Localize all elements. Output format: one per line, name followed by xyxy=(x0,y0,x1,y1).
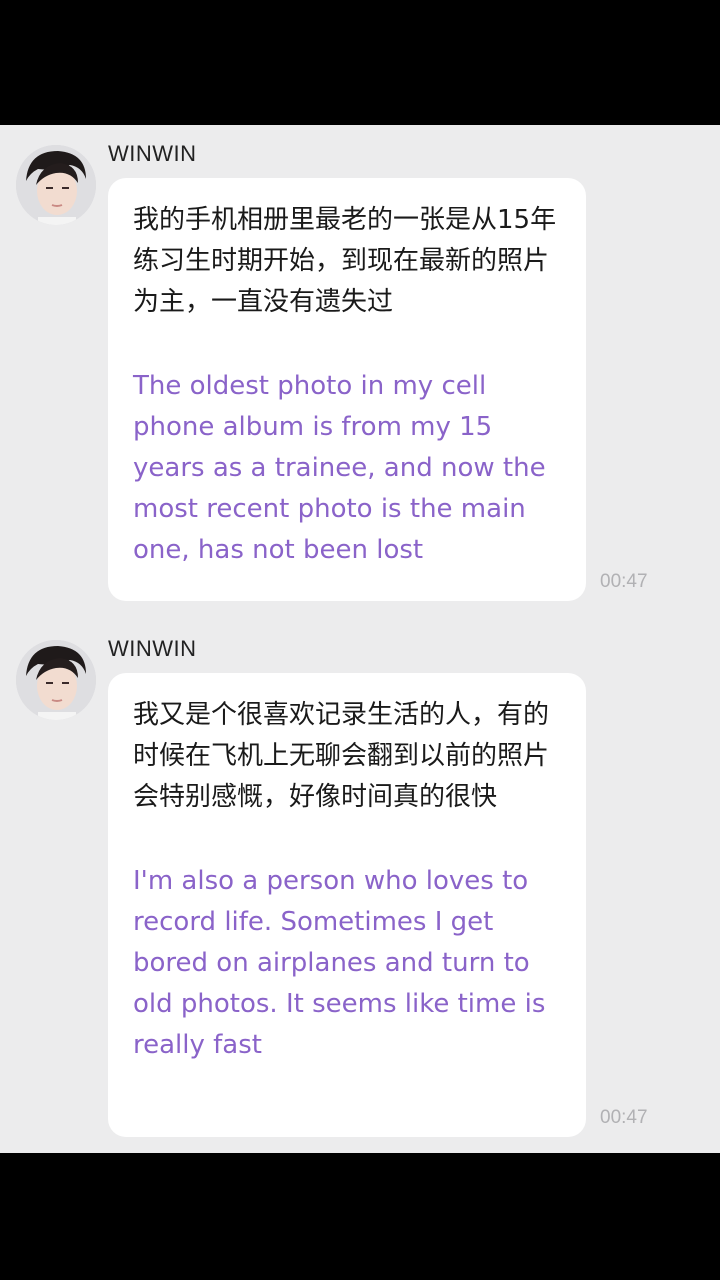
message-text-chinese: 我的手机相册里最老的一张是从15年练习生时期开始，到现在最新的照片为主，一直没有… xyxy=(133,205,557,317)
avatar-image xyxy=(16,640,96,720)
chat-screen: WINWIN 我的手机相册里最老的一张是从15年练习生时期开始，到现在最新的照片… xyxy=(0,125,720,1153)
sender-name: WINWIN xyxy=(108,141,197,166)
message-text-chinese: 我又是个很喜欢记录生活的人，有的时候在飞机上无聊会翻到以前的照片 会特别感慨，好… xyxy=(133,700,550,812)
message-text-english: The oldest photo in my cell phone album … xyxy=(133,371,546,565)
avatar[interactable] xyxy=(16,145,96,225)
message-text-english: I'm also a person who loves to record li… xyxy=(133,866,546,1060)
message-bubble[interactable]: 我的手机相册里最老的一张是从15年练习生时期开始，到现在最新的照片为主，一直没有… xyxy=(108,178,586,601)
message-timestamp: 00:47 xyxy=(600,571,648,592)
avatar[interactable] xyxy=(16,640,96,720)
sender-name: WINWIN xyxy=(108,636,197,661)
avatar-image xyxy=(16,145,96,225)
message-bubble[interactable]: 我又是个很喜欢记录生活的人，有的时候在飞机上无聊会翻到以前的照片 会特别感慨，好… xyxy=(108,673,586,1137)
message-timestamp: 00:47 xyxy=(600,1107,648,1128)
